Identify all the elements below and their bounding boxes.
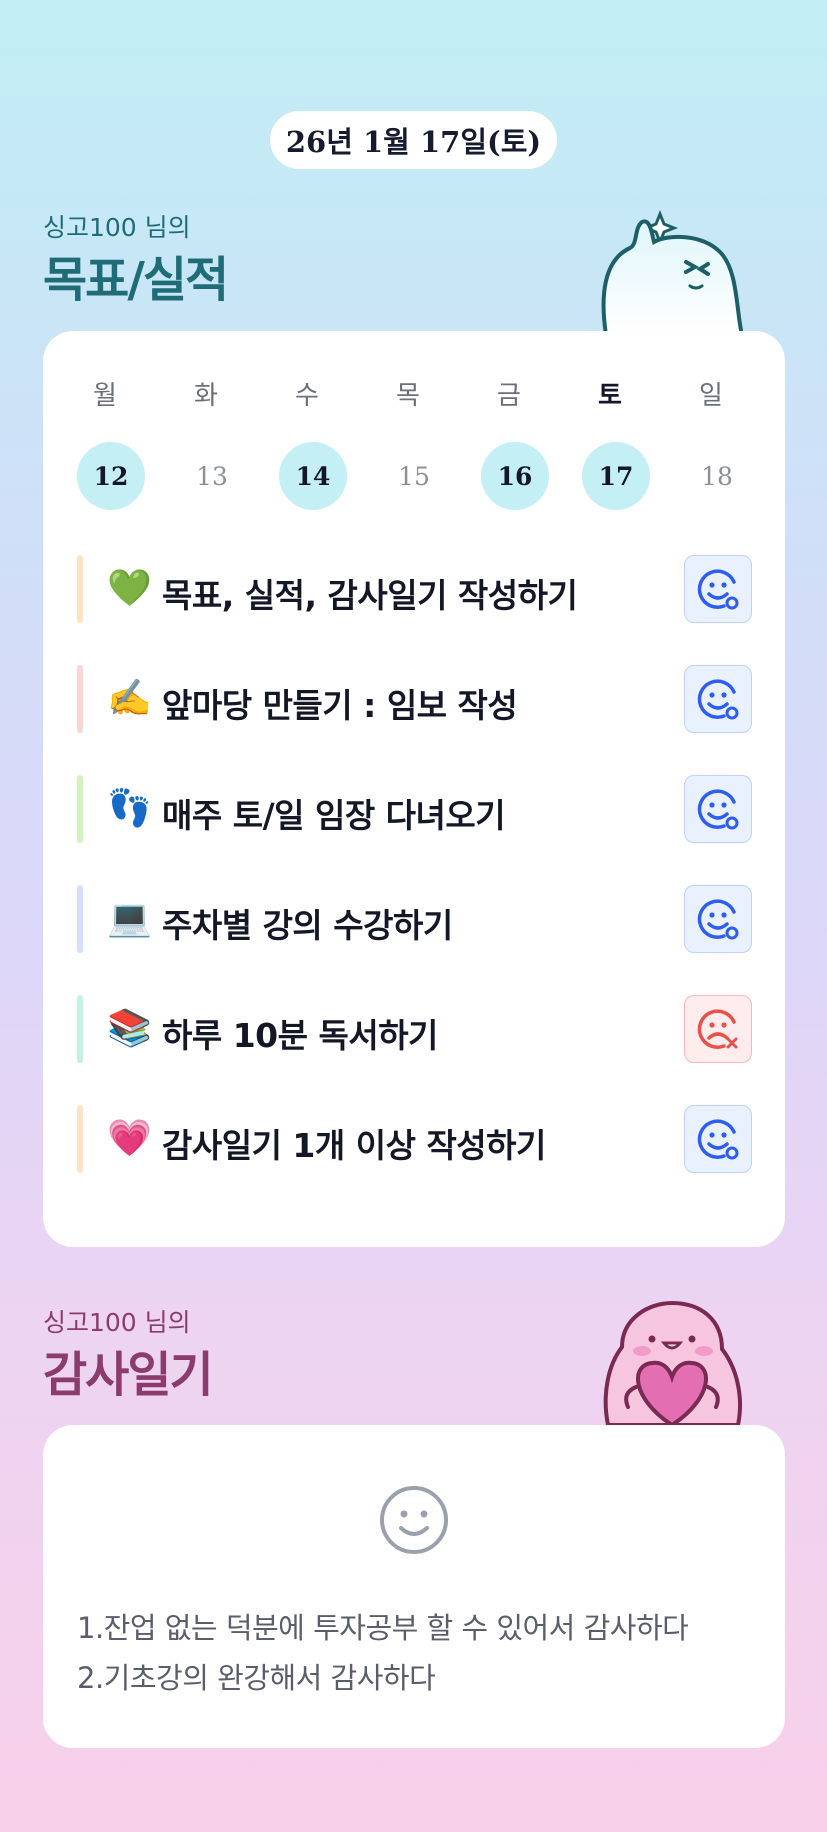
task-label: 매주 토/일 임장 다녀오기 (162, 796, 506, 835)
date-circle-12[interactable]: 12 (77, 442, 145, 510)
writing-hand-icon: ✍️ (107, 678, 152, 719)
smile-check-icon (697, 789, 739, 830)
smile-check-icon (697, 679, 739, 720)
weekday-header-row: 월 화 수 목 금 토 일 (43, 375, 785, 415)
weekday-label: 월 (93, 381, 117, 411)
status-smile-button[interactable] (684, 555, 752, 623)
mascot-heart-illustration (603, 1300, 742, 1425)
date-circle-16[interactable]: 16 (481, 442, 549, 510)
task-row[interactable]: 👣 매주 토/일 임장 다녀오기 (77, 775, 752, 843)
task-label: 목표, 실적, 감사일기 작성하기 (162, 576, 578, 615)
status-smile-button[interactable] (684, 1105, 752, 1173)
task-label: 하루 10분 독서하기 (162, 1016, 438, 1055)
status-smile-button[interactable] (684, 665, 752, 733)
status-sad-button[interactable] (684, 995, 752, 1063)
task-color-bar (77, 555, 83, 623)
task-color-bar (77, 1105, 83, 1173)
mascot-waving-illustration (601, 209, 745, 335)
green-heart-icon: 💚 (107, 568, 152, 609)
task-label: 주차별 강의 수강하기 (162, 906, 453, 945)
task-row[interactable]: ✍️ 앞마당 만들기 : 임보 작성 (77, 665, 752, 733)
status-smile-button[interactable] (684, 775, 752, 843)
weekday-label: 수 (295, 381, 319, 411)
weekday-label: 일 (699, 381, 723, 411)
date-pill[interactable]: 26년 1월 17일(토) (270, 111, 557, 169)
goals-card: 월 화 수 목 금 토 일 12 13 14 15 16 17 18 💚 목표,… (43, 331, 785, 1247)
date-circle-18[interactable]: 18 (683, 442, 751, 510)
weekday-label: 목 (396, 381, 420, 411)
date-circle-13[interactable]: 13 (178, 442, 246, 510)
smile-check-icon (697, 899, 739, 940)
gratitude-line: 1.잔업 없는 덕분에 투자공부 할 수 있어서 감사하다 (77, 1611, 689, 1645)
footprints-icon: 👣 (107, 788, 152, 829)
status-smile-button[interactable] (684, 885, 752, 953)
pink-heart-icon: 💗 (107, 1118, 152, 1159)
weekday-label: 화 (194, 381, 218, 411)
gratitude-card: 1.잔업 없는 덕분에 투자공부 할 수 있어서 감사하다 2.기초강의 완강해… (43, 1425, 785, 1748)
task-color-bar (77, 995, 83, 1063)
task-color-bar (77, 885, 83, 953)
date-circle-14[interactable]: 14 (279, 442, 347, 510)
date-circle-17-selected[interactable]: 17 (582, 442, 650, 510)
sad-x-icon (697, 1009, 738, 1049)
gratitude-section-subtitle: 싱고100 님의 (43, 1308, 191, 1337)
smile-check-icon (697, 569, 739, 610)
goals-section-title: 목표/실적 (43, 252, 229, 308)
books-icon: 📚 (107, 1008, 152, 1049)
smile-check-icon (697, 1119, 739, 1160)
goals-section-subtitle: 싱고100 님의 (43, 213, 191, 242)
task-label: 앞마당 만들기 : 임보 작성 (162, 686, 518, 725)
task-row[interactable]: 📚 하루 10분 독서하기 (77, 995, 752, 1063)
weekday-label-today: 토 (598, 381, 622, 411)
gratitude-line: 2.기초강의 완강해서 감사하다 (77, 1661, 436, 1695)
gratitude-section-title: 감사일기 (43, 1347, 214, 1403)
task-row[interactable]: 💗 감사일기 1개 이상 작성하기 (77, 1105, 752, 1173)
task-color-bar (77, 775, 83, 843)
task-row[interactable]: 💚 목표, 실적, 감사일기 작성하기 (77, 555, 752, 623)
weekday-label: 금 (497, 381, 521, 411)
task-color-bar (77, 665, 83, 733)
laptop-icon: 💻 (107, 898, 152, 939)
date-circle-15[interactable]: 15 (380, 442, 448, 510)
smiley-face-icon (380, 1486, 448, 1554)
task-row[interactable]: 💻 주차별 강의 수강하기 (77, 885, 752, 953)
task-label: 감사일기 1개 이상 작성하기 (162, 1126, 546, 1165)
